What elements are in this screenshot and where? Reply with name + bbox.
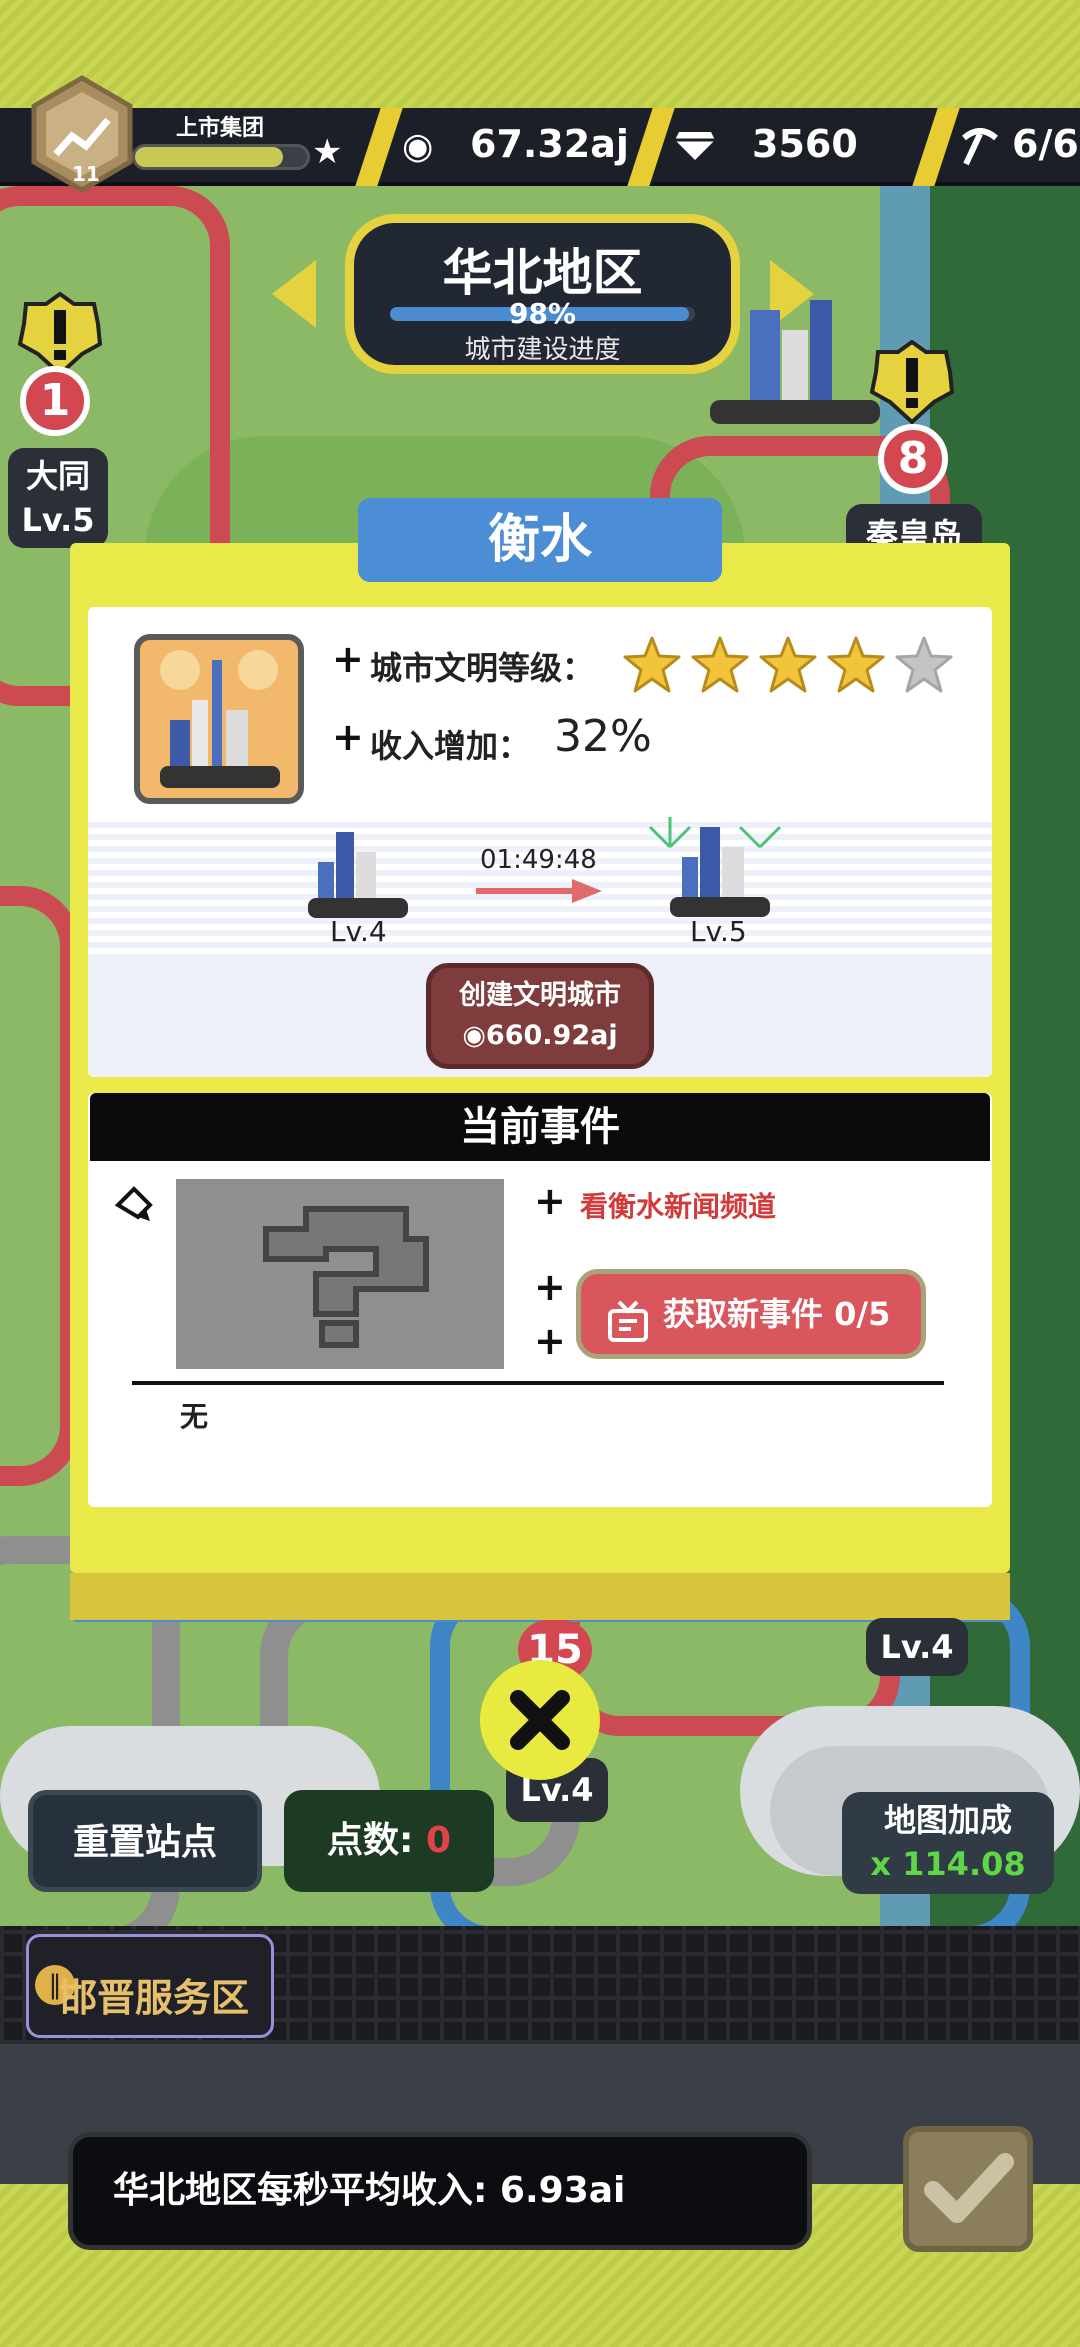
- civ-star-rating: [622, 635, 962, 699]
- gem-icon: [675, 128, 715, 162]
- region-selector[interactable]: 华北地区 98% 城市建设进度: [345, 214, 740, 374]
- watch-news-link[interactable]: 看衡水新闻频道: [580, 1185, 776, 1225]
- pencil-icon[interactable]: [114, 1185, 154, 1225]
- star-filled-icon: [827, 636, 885, 693]
- plus-icon: +: [534, 1179, 566, 1223]
- city-info-panel: + 城市文明等级： + 收入增加： 32% Lv.4 01:49:48 Lv.5…: [88, 607, 992, 1077]
- service-area-label: 邯晋服务区: [59, 1976, 250, 2020]
- gems-value: 3560: [752, 122, 858, 166]
- company-progress-bar: [132, 144, 310, 170]
- confirm-button[interactable]: [903, 2126, 1033, 2252]
- plus-icon: +: [534, 1265, 566, 1309]
- build-button-cost: ◉660.92aj: [462, 1020, 618, 1051]
- points-display: 点数: 0: [284, 1790, 494, 1892]
- city-number-1[interactable]: 1: [20, 366, 90, 436]
- coin-icon: ◉: [402, 126, 434, 167]
- city-icon: [134, 634, 304, 804]
- company-title: 上市集团: [176, 116, 265, 141]
- build-button-label: 创建文明城市: [459, 980, 621, 1011]
- divider: [132, 1381, 944, 1385]
- events-panel: 当前事件 + 看衡水新闻频道 + + 获取新事件 0/5 无: [88, 1093, 992, 1507]
- company-level-badge[interactable]: 11: [28, 74, 136, 194]
- city-level-bottom-right[interactable]: Lv.4: [866, 1618, 968, 1676]
- points-value: 0: [425, 1820, 451, 1861]
- income-label: 收入增加：: [370, 727, 531, 765]
- alert-icon[interactable]: [17, 291, 103, 377]
- get-new-event-button[interactable]: 获取新事件 0/5: [576, 1269, 926, 1359]
- modal-bottom: [70, 1573, 1010, 1620]
- event-name: 无: [180, 1400, 209, 1433]
- city-skyline-icon: [690, 290, 890, 430]
- from-level: Lv.4: [330, 915, 387, 948]
- coins-value: 67.32aj: [470, 122, 629, 166]
- plus-icon: +: [332, 715, 364, 759]
- top-resource-bar: 上市集团 ★ ◉ 67.32aj 3560 6/6: [0, 108, 1080, 186]
- region-progress-pct: 98%: [508, 297, 577, 330]
- city-number-8[interactable]: 8: [878, 424, 948, 494]
- map-bonus-display: 地图加成 x 114.08: [842, 1792, 1054, 1894]
- star-filled-icon: [623, 636, 681, 693]
- map-bonus-value: x 114.08: [870, 1845, 1026, 1883]
- modal-city-title: 衡水: [358, 498, 722, 582]
- close-button[interactable]: [480, 1660, 600, 1780]
- star-icon: ★: [312, 132, 343, 172]
- region-income-display: 华北地区每秒平均收入: 6.93ai: [68, 2132, 812, 2250]
- company-level: 11: [72, 162, 100, 186]
- plus-icon: +: [534, 1319, 566, 1363]
- service-area-button[interactable]: ‖ 邯晋服务区: [26, 1934, 274, 2038]
- city-name: 大同: [25, 457, 90, 495]
- income-value: 32%: [554, 711, 652, 762]
- get-event-label: 获取新事件 0/5: [663, 1295, 891, 1333]
- pickaxe-icon: [958, 126, 1000, 168]
- city-level: Lv.5: [21, 501, 95, 539]
- plus-icon: +: [332, 637, 364, 681]
- city-lv5-icon: [640, 807, 790, 922]
- workers-value: 6/6: [1012, 122, 1079, 166]
- upgrade-arrow-icon: [476, 879, 602, 903]
- check-icon: [924, 2153, 1014, 2223]
- city-lv4-icon: [288, 822, 418, 922]
- top-stripe: [0, 0, 1080, 108]
- upgrade-timer: 01:49:48: [480, 845, 597, 875]
- tv-icon: [607, 1292, 649, 1342]
- to-level: Lv.5: [690, 915, 747, 948]
- region-progress-label: 城市建设进度: [464, 335, 621, 365]
- civ-level-label: 城市文明等级：: [370, 649, 595, 687]
- points-label: 点数:: [326, 1820, 414, 1861]
- star-filled-icon: [691, 636, 749, 693]
- close-icon: [510, 1690, 570, 1750]
- build-civilized-city-button[interactable]: 创建文明城市 ◉660.92aj: [426, 963, 654, 1069]
- region-name: 华北地区: [442, 244, 643, 302]
- city-label-datong[interactable]: 大同 Lv.5: [8, 448, 108, 548]
- events-header: 当前事件: [90, 1093, 990, 1161]
- region-prev-arrow[interactable]: [272, 260, 316, 328]
- map-bonus-label: 地图加成: [883, 1801, 1012, 1839]
- star-empty-icon: [895, 636, 953, 693]
- event-image-placeholder: [176, 1179, 504, 1369]
- star-filled-icon: [759, 636, 817, 693]
- reset-stations-button[interactable]: 重置站点: [28, 1790, 262, 1892]
